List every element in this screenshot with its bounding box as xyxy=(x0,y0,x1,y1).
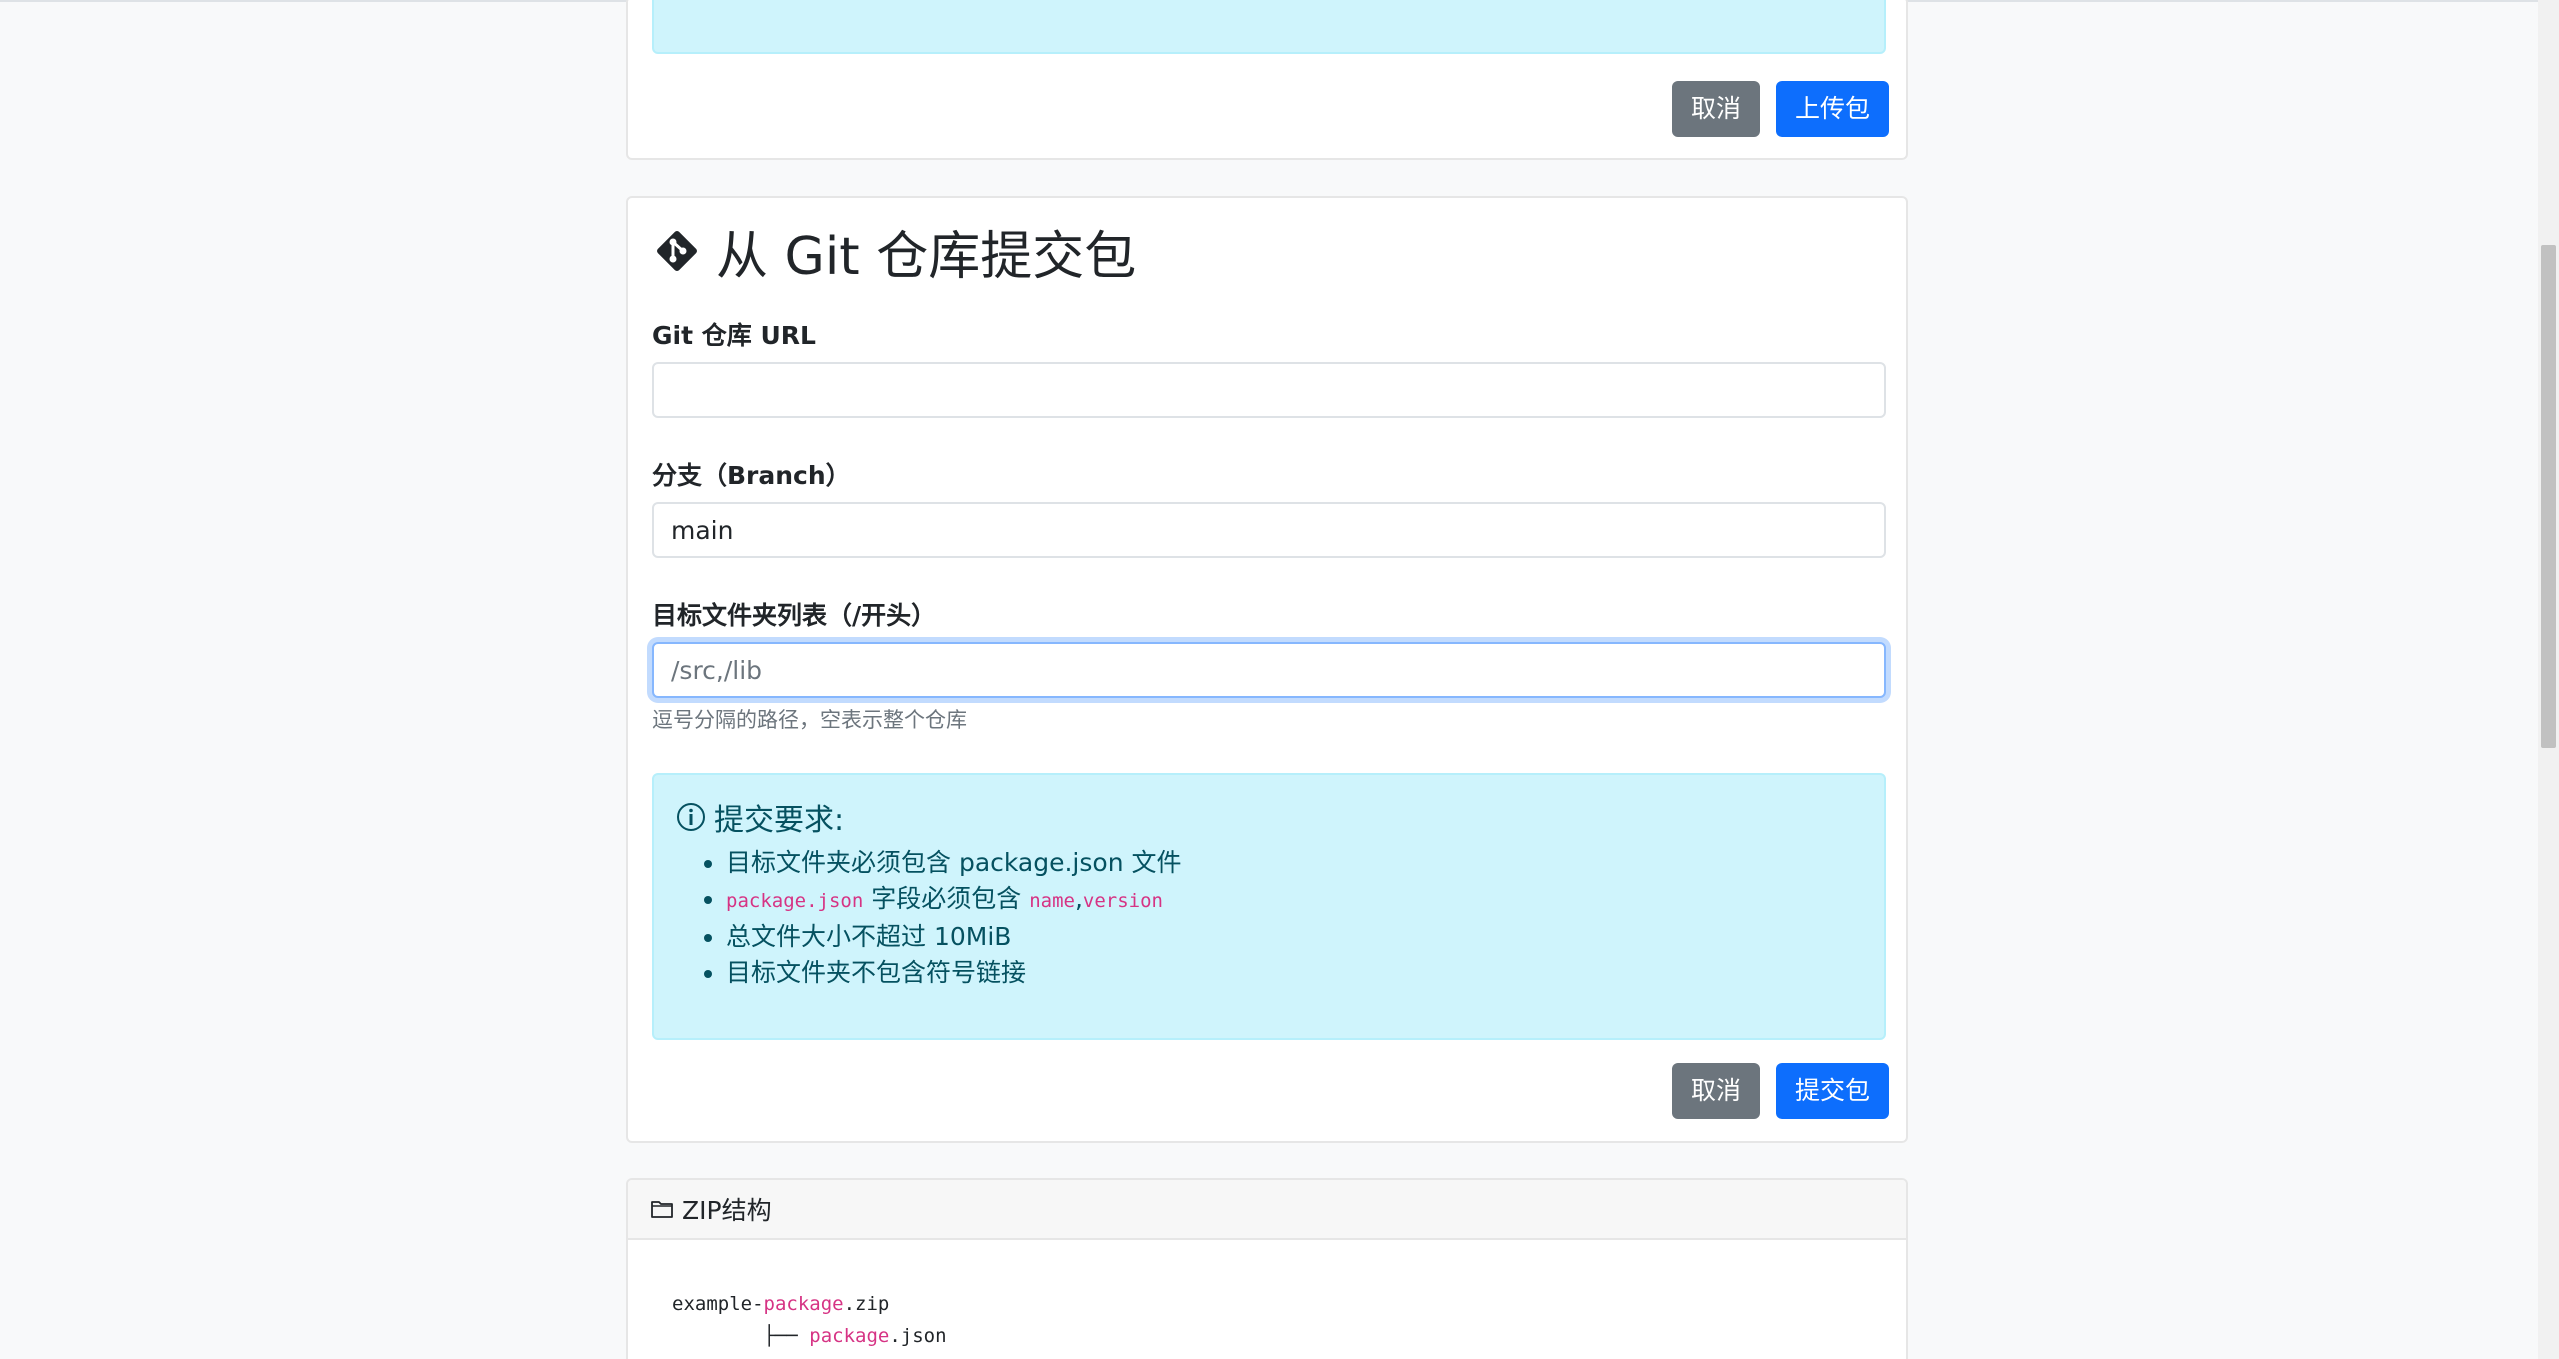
requirements-alert: 提交要求: 目标文件夹必须包含 package.json 文件 package.… xyxy=(652,773,1886,1040)
git-section-title-text: 从 Git 仓库提交包 xyxy=(716,226,1137,287)
tree-keyword: package xyxy=(763,1293,844,1315)
requirement-item: 目标文件夹不包含符号链接 xyxy=(726,955,1182,991)
requirements-heading-text: 提交要求: xyxy=(714,803,845,838)
tree-keyword: package xyxy=(809,1325,890,1347)
git-icon xyxy=(657,231,697,271)
tree-text: example- xyxy=(672,1293,764,1315)
info-circle-icon xyxy=(677,803,705,831)
repo-url-label: Git 仓库 URL xyxy=(652,321,816,350)
page-scrollbar[interactable] xyxy=(2538,0,2559,1359)
folder-icon xyxy=(651,1201,673,1218)
tree-text: .zip xyxy=(843,1293,890,1315)
tree-text: .json xyxy=(889,1325,947,1347)
submit-package-button[interactable]: 提交包 xyxy=(1776,1063,1890,1119)
zip-structure-title: ZIP结构 xyxy=(682,1196,772,1225)
code-package-json: package.json xyxy=(726,890,864,912)
branch-input[interactable] xyxy=(652,502,1886,558)
requirements-heading: 提交要求: xyxy=(676,795,844,839)
requirement-item: 目标文件夹必须包含 package.json 文件 xyxy=(726,845,1182,881)
requirements-list: 目标文件夹必须包含 package.json 文件 package.json 字… xyxy=(678,845,1182,991)
zip-structure-card: ZIP结构 example-package.zip ├── package.js… xyxy=(626,1178,1908,1359)
git-cancel-button[interactable]: 取消 xyxy=(1672,1063,1761,1119)
upload-package-button[interactable]: 上传包 xyxy=(1776,81,1890,137)
zip-tree: example-package.zip ├── package.json xyxy=(672,1288,947,1352)
folders-label: 目标文件夹列表（/开头） xyxy=(652,601,937,630)
requirement-item: package.json 字段必须包含 name,version xyxy=(726,881,1182,919)
upload-cancel-button[interactable]: 取消 xyxy=(1672,81,1761,137)
folders-help-text: 逗号分隔的路径，空表示整个仓库 xyxy=(652,708,967,732)
upload-card: 取消 上传包 xyxy=(626,0,1908,160)
code-version: version xyxy=(1082,890,1163,912)
requirement-item: 总文件大小不超过 10MiB xyxy=(726,919,1182,955)
upload-info-alert xyxy=(652,0,1886,54)
repo-url-input[interactable] xyxy=(652,362,1886,418)
zip-structure-header: ZIP结构 xyxy=(628,1180,1906,1240)
tree-line-2: ├── package.json xyxy=(672,1325,947,1347)
tree-text: ├── xyxy=(672,1325,810,1347)
requirement-separator: , xyxy=(1074,884,1083,913)
git-submit-card: 从 Git 仓库提交包 Git 仓库 URL 分支（Branch） 目标文件夹列… xyxy=(626,196,1908,1143)
tree-line-1: example-package.zip xyxy=(672,1293,889,1315)
folders-input[interactable] xyxy=(652,642,1886,698)
git-section-title: 从 Git 仓库提交包 xyxy=(652,216,1137,287)
page-viewport: 取消 上传包 从 Git 仓库提交包 Git 仓库 URL 分支（Branch）… xyxy=(0,0,2559,1359)
scrollbar-thumb[interactable] xyxy=(2541,245,2556,748)
branch-label: 分支（Branch） xyxy=(652,461,851,490)
code-name: name xyxy=(1029,890,1075,912)
requirement-text: 字段必须包含 xyxy=(863,884,1030,913)
